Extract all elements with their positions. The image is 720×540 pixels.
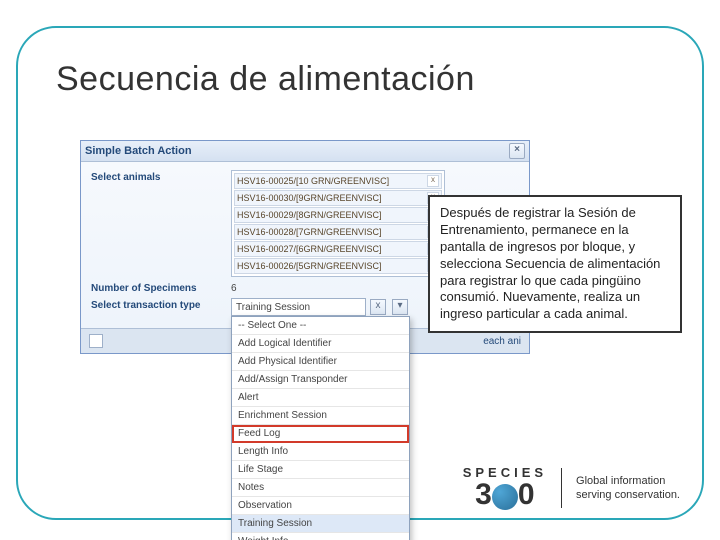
brand-tagline-line1: Global information xyxy=(576,474,680,488)
animal-token: HSV16-00027/[6GRN/GREENVISC] x xyxy=(234,241,442,257)
callout-note: Después de registrar la Sesión de Entren… xyxy=(428,195,682,333)
dropdown-item[interactable]: -- Select One -- xyxy=(232,317,409,335)
dropdown-item[interactable]: Alert xyxy=(232,389,409,407)
dropdown-item[interactable]: Add Logical Identifier xyxy=(232,335,409,353)
animal-token: HSV16-00030/[9GRN/GREENVISC] x xyxy=(234,190,442,206)
brand-tagline-line2: serving conservation. xyxy=(576,488,680,502)
remove-token-icon[interactable]: x xyxy=(427,175,439,187)
animal-token-label: HSV16-00029/[8GRN/GREENVISC] xyxy=(237,210,382,220)
animal-token-label: HSV16-00030/[9GRN/GREENVISC] xyxy=(237,193,382,203)
brand-block: SPECIES 30 Global information serving co… xyxy=(463,466,680,510)
animal-token: HSV16-00028/[7GRN/GREENVISC] x xyxy=(234,224,442,240)
brand-number: 30 xyxy=(463,479,547,510)
slide-title: Secuencia de alimentación xyxy=(56,60,475,99)
window-title: Simple Batch Action xyxy=(85,145,192,157)
dropdown-item[interactable]: Length Info xyxy=(232,443,409,461)
brand-divider xyxy=(561,468,562,508)
dropdown-item[interactable]: Enrichment Session xyxy=(232,407,409,425)
dropdown-item[interactable]: Add Physical Identifier xyxy=(232,353,409,371)
chevron-down-icon[interactable]: ▾ xyxy=(392,299,408,315)
label-transaction-type: Select transaction type xyxy=(91,298,231,311)
brand-digit-3: 3 xyxy=(475,478,492,511)
dropdown-item[interactable]: Observation xyxy=(232,497,409,515)
footer-checkbox[interactable] xyxy=(89,334,103,348)
animal-token: HSV16-00026/[5GRN/GREENVISC] x xyxy=(234,258,442,274)
window-title-bar: Simple Batch Action × xyxy=(81,141,529,162)
transaction-type-value: Training Session xyxy=(236,302,310,313)
brand-name: SPECIES xyxy=(463,466,547,479)
transaction-type-input[interactable]: Training Session xyxy=(231,298,366,316)
brand-digit-0: 0 xyxy=(518,478,535,511)
animal-token-label: HSV16-00028/[7GRN/GREENVISC] xyxy=(237,227,382,237)
clear-select-icon[interactable]: x xyxy=(370,299,386,315)
animal-token-label: HSV16-00027/[6GRN/GREENVISC] xyxy=(237,244,382,254)
brand-tagline: Global information serving conservation. xyxy=(576,474,680,503)
slide: Secuencia de alimentación Simple Batch A… xyxy=(0,0,720,540)
dropdown-item[interactable]: Notes xyxy=(232,479,409,497)
animals-token-box[interactable]: HSV16-00025/[10 GRN/GREENVISC] x HSV16-0… xyxy=(231,170,445,277)
transaction-type-select: Training Session x ▾ -- Select One --Add… xyxy=(231,298,408,316)
animal-token: HSV16-00029/[8GRN/GREENVISC] x xyxy=(234,207,442,223)
animal-token: HSV16-00025/[10 GRN/GREENVISC] x xyxy=(234,173,442,189)
dropdown-item[interactable]: Feed Log xyxy=(232,425,409,443)
animal-token-label: HSV16-00026/[5GRN/GREENVISC] xyxy=(237,261,382,271)
dropdown-item[interactable]: Add/Assign Transponder xyxy=(232,371,409,389)
animal-token-label: HSV16-00025/[10 GRN/GREENVISC] xyxy=(237,176,389,186)
transaction-type-dropdown: -- Select One --Add Logical IdentifierAd… xyxy=(231,316,410,540)
dropdown-item[interactable]: Training Session xyxy=(232,515,409,533)
footer-checkbox-label: each ani xyxy=(483,336,521,347)
label-num-specimens: Number of Specimens xyxy=(91,281,231,294)
brand-logo: SPECIES 30 xyxy=(463,466,547,510)
label-select-animals: Select animals xyxy=(91,170,231,183)
dropdown-item[interactable]: Life Stage xyxy=(232,461,409,479)
value-num-specimens: 6 xyxy=(231,281,237,294)
dropdown-item[interactable]: Weight Info xyxy=(232,533,409,540)
globe-icon xyxy=(492,484,518,510)
close-icon[interactable]: × xyxy=(509,143,525,159)
